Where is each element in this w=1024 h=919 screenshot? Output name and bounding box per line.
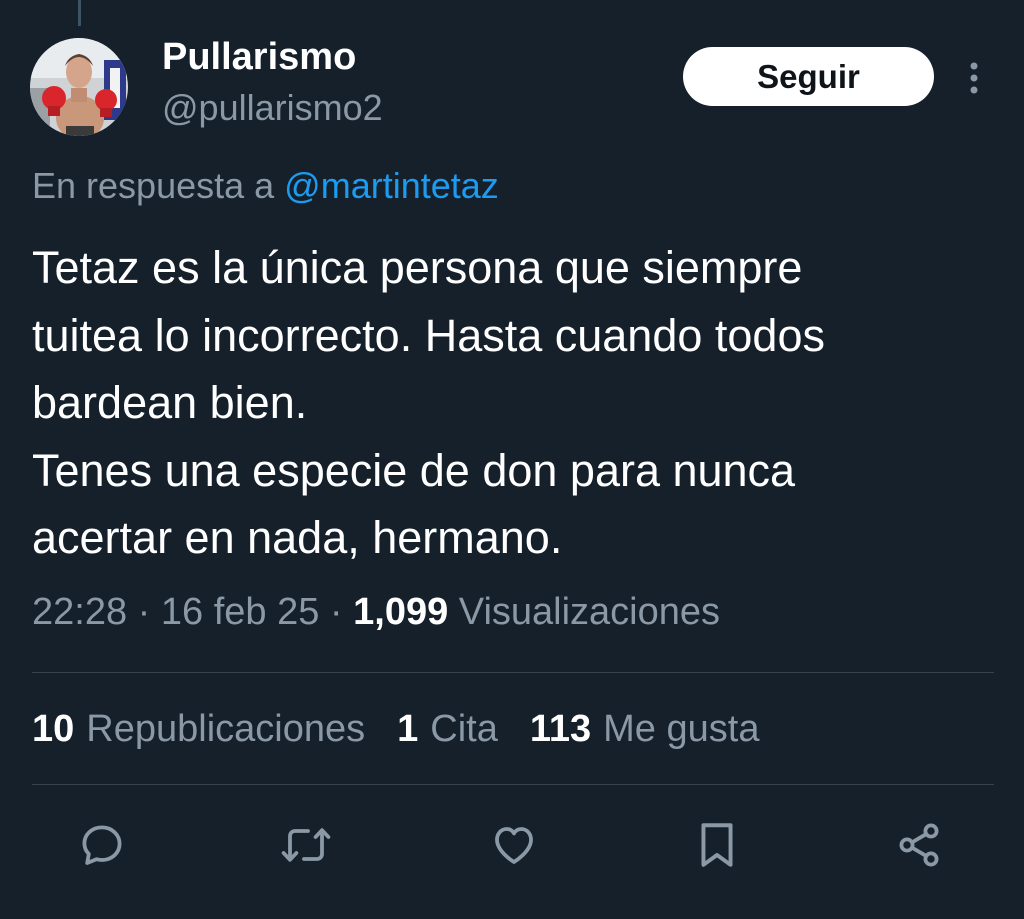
likes-label: Me gusta bbox=[603, 708, 760, 750]
reply-icon[interactable] bbox=[75, 818, 129, 872]
share-icon[interactable] bbox=[892, 818, 946, 872]
divider-bottom bbox=[32, 784, 994, 785]
author-handle[interactable]: @pullarismo2 bbox=[162, 87, 383, 129]
more-options-icon[interactable] bbox=[956, 58, 992, 98]
views-label: Visualizaciones bbox=[458, 591, 721, 633]
reply-prefix: En respuesta a bbox=[32, 165, 275, 206]
author-display-name[interactable]: Pullarismo bbox=[162, 36, 356, 79]
avatar-image bbox=[30, 38, 128, 136]
bookmark-icon[interactable] bbox=[690, 818, 744, 872]
likes-count: 113 bbox=[529, 708, 592, 750]
heart-icon[interactable] bbox=[487, 818, 541, 872]
reposts-label: Republicaciones bbox=[86, 708, 366, 750]
tweet-time[interactable]: 22:28 bbox=[32, 591, 127, 633]
tweet-text: Tetaz es la única persona que siempre tu… bbox=[32, 242, 825, 563]
thread-connector-line bbox=[78, 0, 81, 26]
meta-separator: · bbox=[137, 591, 161, 633]
reposts-count: 10 bbox=[32, 708, 75, 750]
reply-mention-link[interactable]: @martintetaz bbox=[284, 165, 499, 206]
meta-separator: · bbox=[329, 591, 354, 633]
follow-button[interactable]: Seguir bbox=[683, 47, 934, 106]
tweet-meta: 22:28 · 16 feb 25 · 1,099 Visualizacione… bbox=[32, 591, 720, 634]
views-count: 1,099 bbox=[353, 591, 449, 633]
reposts-stat[interactable]: 10 Republicaciones bbox=[32, 708, 365, 751]
engagement-stats: 10 Republicaciones 1 Cita 113 Me gusta bbox=[32, 708, 759, 751]
tweet-date[interactable]: 16 feb 25 bbox=[161, 591, 319, 633]
quotes-count: 1 bbox=[397, 708, 419, 750]
reply-context: En respuesta a @martintetaz bbox=[32, 165, 499, 207]
quotes-stat[interactable]: 1 Cita bbox=[397, 708, 498, 751]
divider-top bbox=[32, 672, 994, 673]
quotes-label: Cita bbox=[430, 708, 498, 750]
repost-icon[interactable] bbox=[279, 818, 333, 872]
likes-stat[interactable]: 113 Me gusta bbox=[530, 708, 760, 751]
avatar[interactable] bbox=[30, 38, 128, 136]
